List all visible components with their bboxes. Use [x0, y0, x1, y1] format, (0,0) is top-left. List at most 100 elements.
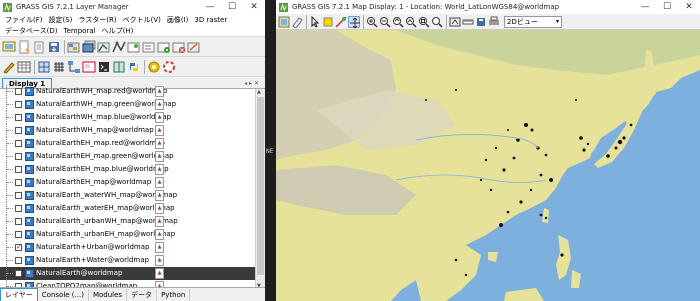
- bottom-tab[interactable]: データ: [127, 288, 158, 301]
- layer-options-button[interactable]: ▲: [155, 177, 164, 188]
- georectify-icon[interactable]: [37, 60, 51, 74]
- add-multiple-vector-icon[interactable]: [112, 40, 126, 54]
- bottom-tab[interactable]: レイヤー: [0, 288, 38, 301]
- layer-checkbox[interactable]: [15, 114, 22, 121]
- layer-row[interactable]: NaturalEarth@worldmap ▲: [0, 267, 255, 280]
- layer-options-button[interactable]: ▲: [155, 138, 164, 149]
- layer-checkbox[interactable]: [15, 166, 22, 173]
- map-swipe-icon[interactable]: [112, 60, 126, 74]
- layer-checkbox[interactable]: [15, 153, 22, 160]
- layer-options-button[interactable]: ▲: [155, 164, 164, 175]
- layer-options-button[interactable]: ▲: [155, 190, 164, 201]
- remove-layer-icon[interactable]: [172, 40, 186, 54]
- layer-checkbox[interactable]: [15, 101, 22, 108]
- maximize-button[interactable]: ☐: [221, 0, 243, 14]
- add-vector-icon[interactable]: [97, 40, 111, 54]
- menu-item[interactable]: 画像(I): [164, 15, 192, 26]
- view-mode-dropdown[interactable]: 2Dビュー ▾: [504, 15, 562, 28]
- attribute-table-icon[interactable]: [17, 60, 31, 74]
- python-icon[interactable]: [127, 60, 141, 74]
- close-button[interactable]: ✕: [678, 0, 700, 14]
- graphical-modeler-icon[interactable]: [67, 60, 81, 74]
- bottom-tab[interactable]: Console (...): [38, 288, 89, 301]
- menu-item[interactable]: ベクトル(V): [120, 15, 164, 26]
- minimize-button[interactable]: —: [634, 0, 656, 14]
- layer-row[interactable]: NaturalEarthEH_map@worldmap ▲: [0, 176, 255, 189]
- layer-row[interactable]: NaturalEarth_urbanEH_map@worldmap ▲: [0, 228, 255, 241]
- layer-row[interactable]: NaturalEarthWH_map.red@worldmap ▲: [0, 85, 255, 98]
- add-group-icon[interactable]: [142, 40, 156, 54]
- layer-row[interactable]: NaturalEarthEH_map.green@worldmap ▲: [0, 150, 255, 163]
- menu-item[interactable]: データベース(D): [2, 26, 61, 37]
- erase-icon[interactable]: [291, 16, 303, 29]
- scrollbar-thumb[interactable]: [257, 97, 264, 275]
- scroll-up-icon[interactable]: ▲: [257, 89, 261, 95]
- pencil-icon[interactable]: [2, 60, 16, 74]
- gcp-icon[interactable]: [52, 60, 66, 74]
- python-shell-icon[interactable]: [97, 60, 111, 74]
- layer-row[interactable]: NaturalEarthEH_map.red@worldmap ▲: [0, 137, 255, 150]
- bottom-tab[interactable]: Modules: [89, 288, 128, 301]
- zoom-out-icon[interactable]: [379, 16, 391, 28]
- layer-tree-scrollbar[interactable]: ▲ ▼: [255, 89, 265, 289]
- map-canvas[interactable]: [276, 30, 700, 301]
- print-map-icon[interactable]: [488, 16, 500, 28]
- layer-options-button[interactable]: ▲: [155, 125, 164, 136]
- layer-checkbox[interactable]: [15, 231, 22, 238]
- menu-item[interactable]: ファイル(F): [2, 15, 46, 26]
- minimize-button[interactable]: —: [199, 0, 221, 14]
- query-icon[interactable]: [322, 16, 334, 28]
- layer-options-button[interactable]: ▲: [155, 229, 164, 240]
- layer-checkbox[interactable]: ✓: [15, 244, 22, 251]
- layer-options-button[interactable]: ▲: [155, 216, 164, 227]
- edit-vector-icon[interactable]: [187, 40, 201, 54]
- zoom-back-icon[interactable]: [392, 16, 404, 28]
- layer-checkbox[interactable]: [15, 205, 22, 212]
- save-map-icon[interactable]: [475, 16, 487, 28]
- layer-options-button[interactable]: ▲: [155, 99, 164, 110]
- pan-icon[interactable]: [348, 15, 360, 28]
- pointer-select-icon[interactable]: [309, 15, 321, 28]
- layer-checkbox[interactable]: [15, 88, 22, 95]
- measure-icon[interactable]: [462, 16, 474, 28]
- menu-item[interactable]: 3D raster: [191, 15, 230, 26]
- layout-icon[interactable]: [82, 60, 96, 74]
- layer-options-button[interactable]: ▲: [155, 112, 164, 123]
- layer-checkbox[interactable]: [15, 218, 22, 225]
- open-workspace-icon[interactable]: [32, 40, 46, 54]
- add-overlay-icon[interactable]: [127, 40, 141, 54]
- analyze-icon[interactable]: [335, 15, 347, 28]
- layer-row[interactable]: NaturalEarth_urbanWH_map@worldmap ▲: [0, 215, 255, 228]
- layer-row[interactable]: NaturalEarth+Water@worldmap ▲: [0, 254, 255, 267]
- menu-item[interactable]: 設定(S): [46, 15, 76, 26]
- zoom-extent-icon[interactable]: [418, 16, 430, 28]
- add-multiple-raster-icon[interactable]: [82, 40, 96, 54]
- layer-row[interactable]: NaturalEarthEH_map.blue@worldmap ▲: [0, 163, 255, 176]
- layer-row[interactable]: NaturalEarthWH_map.green@worldmap ▲: [0, 98, 255, 111]
- zoom-options-icon[interactable]: [405, 16, 417, 28]
- layer-row[interactable]: NaturalEarthWH_map@worldmap ▲: [0, 124, 255, 137]
- layer-checkbox[interactable]: [15, 257, 22, 264]
- add-grid-icon[interactable]: [157, 40, 171, 54]
- new-display-icon[interactable]: [2, 40, 16, 54]
- render-map-icon[interactable]: [278, 16, 290, 28]
- layer-row[interactable]: NaturalEarthWH_map.blue@worldmap ▲: [0, 111, 255, 124]
- layer-options-button[interactable]: ▲: [155, 255, 164, 266]
- layer-checkbox[interactable]: [15, 127, 22, 134]
- settings-gear-icon[interactable]: [147, 60, 161, 74]
- layer-checkbox[interactable]: [15, 270, 22, 277]
- menu-item[interactable]: ラスター(R): [75, 15, 119, 26]
- zoom-region-icon[interactable]: [431, 16, 443, 28]
- layer-row[interactable]: ✓ NaturalEarth+Urban@worldmap ▲: [0, 241, 255, 254]
- bottom-tab[interactable]: Python: [157, 288, 191, 301]
- layer-options-button[interactable]: ▲: [155, 151, 164, 162]
- overlay-icon[interactable]: [449, 16, 461, 28]
- layer-options-button[interactable]: ▲: [155, 242, 164, 253]
- layer-row[interactable]: NaturalEarth_waterEH_map@worldmap ▲: [0, 202, 255, 215]
- help-lifebuoy-icon[interactable]: [162, 60, 176, 74]
- layer-checkbox[interactable]: [15, 140, 22, 147]
- layer-options-button[interactable]: ▲: [155, 86, 164, 97]
- new-workspace-icon[interactable]: [17, 40, 31, 54]
- layer-options-button[interactable]: ▲: [155, 203, 164, 214]
- maximize-button[interactable]: ☐: [656, 0, 678, 14]
